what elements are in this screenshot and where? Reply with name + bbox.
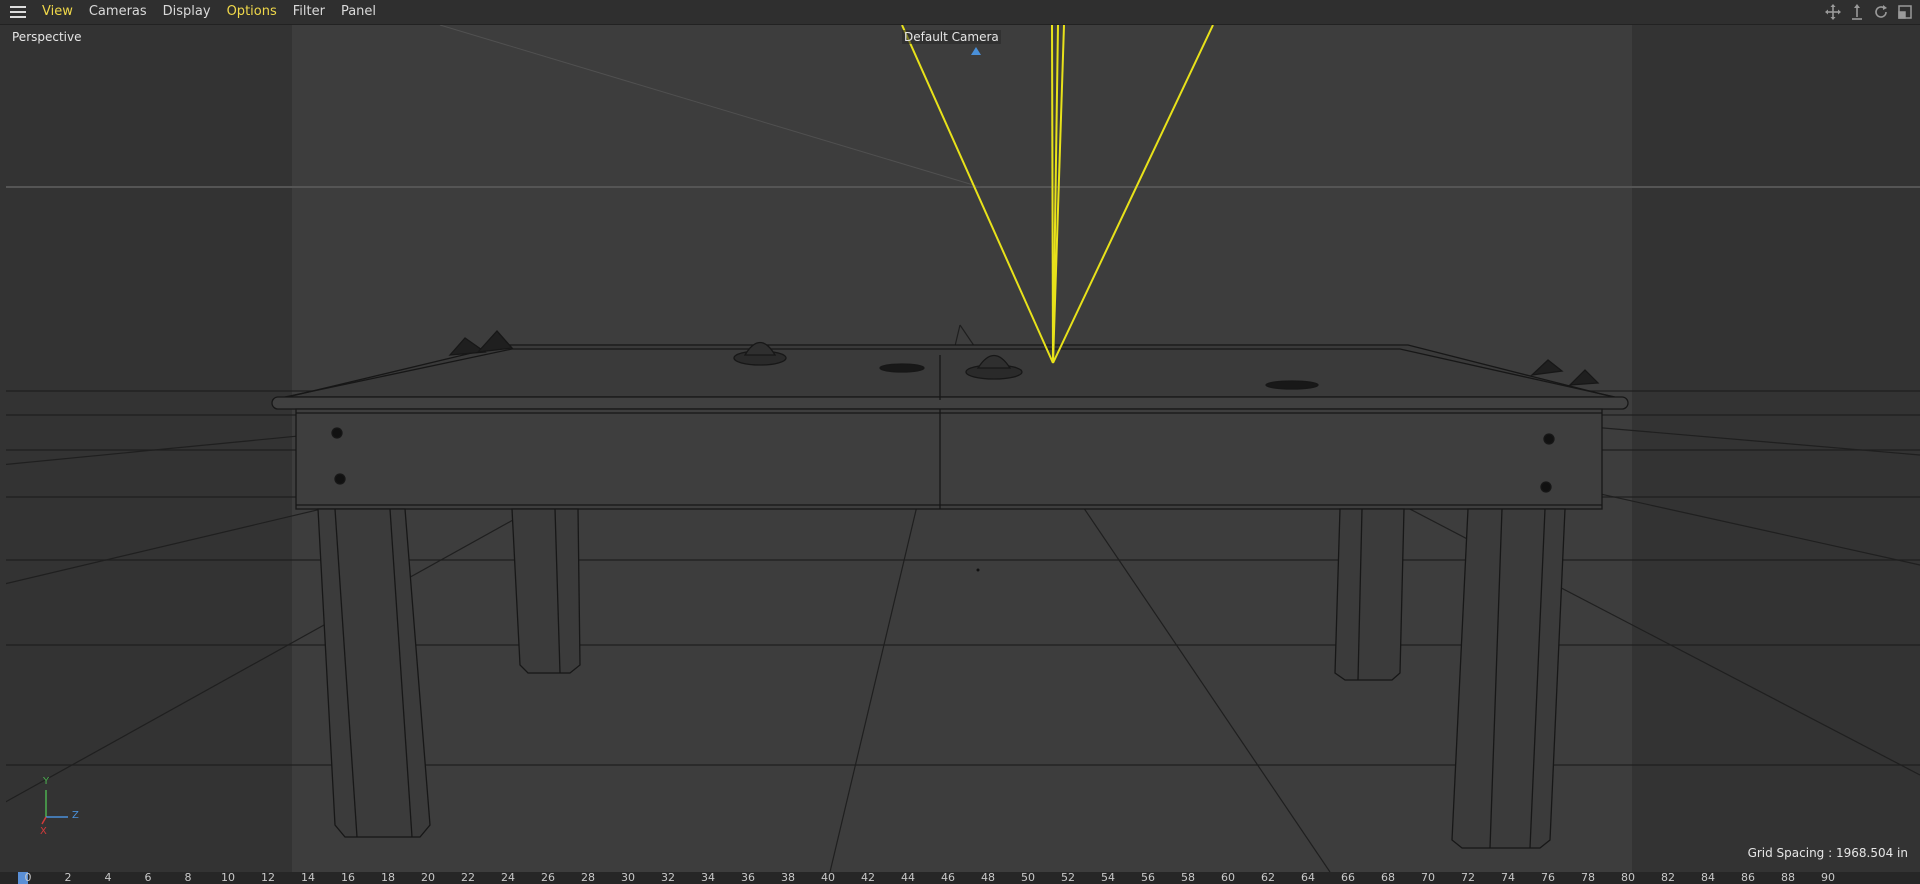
timeline-tick-label: 58 <box>1181 872 1195 884</box>
timeline-tick-label: 66 <box>1341 872 1355 884</box>
timeline-tick-label: 44 <box>901 872 915 884</box>
timeline-tick-label: 70 <box>1421 872 1435 884</box>
timeline-tick-label: 42 <box>861 872 875 884</box>
timeline-tick-label: 6 <box>144 872 152 884</box>
axis-gizmo: Y Z X <box>36 776 86 842</box>
camera-label[interactable]: Default Camera <box>902 30 1001 44</box>
dolly-view-icon[interactable] <box>1848 3 1866 21</box>
timeline-tick-label: 12 <box>261 872 275 884</box>
timeline-tick-label: 76 <box>1541 872 1555 884</box>
timeline-tick-label: 80 <box>1621 872 1635 884</box>
timeline-tick-label: 0 <box>24 872 32 884</box>
grid-spacing-readout: Grid Spacing : 1968.504 in <box>1747 846 1908 860</box>
axis-z-label: Z <box>72 810 79 821</box>
timeline-tick-label: 16 <box>341 872 355 884</box>
timeline-tick-label: 18 <box>381 872 395 884</box>
timeline-tick-label: 90 <box>1821 872 1835 884</box>
view-navigation-icons <box>1824 0 1914 24</box>
timeline-tick-label: 26 <box>541 872 555 884</box>
menu-filter[interactable]: Filter <box>287 0 335 24</box>
timeline-tick-label: 68 <box>1381 872 1395 884</box>
perspective-viewport[interactable]: Perspective Default Camera Y Z X Grid Sp… <box>0 25 1920 872</box>
viewport-scene[interactable] <box>0 25 1920 872</box>
hamburger-menu-icon[interactable] <box>0 0 36 24</box>
timeline-tick-label: 84 <box>1701 872 1715 884</box>
timeline-tick-label: 88 <box>1781 872 1795 884</box>
axis-x-label: X <box>40 826 47 837</box>
timeline-tick-label: 60 <box>1221 872 1235 884</box>
menu-panel[interactable]: Panel <box>335 0 386 24</box>
timeline-tick-label: 78 <box>1581 872 1595 884</box>
axis-y-label: Y <box>43 776 50 787</box>
timeline-tick-label: 48 <box>981 872 995 884</box>
viewport-menu-bar: View Cameras Display Options Filter Pane… <box>0 0 1920 25</box>
timeline-tick-label: 28 <box>581 872 595 884</box>
rotate-view-icon[interactable] <box>1872 3 1890 21</box>
timeline-tick-label: 52 <box>1061 872 1075 884</box>
timeline-tick-label: 8 <box>184 872 192 884</box>
timeline-tick-label: 56 <box>1141 872 1155 884</box>
timeline-tick-label: 38 <box>781 872 795 884</box>
timeline-tick-label: 22 <box>461 872 475 884</box>
timeline-tick-label: 82 <box>1661 872 1675 884</box>
menu-view[interactable]: View <box>36 0 83 24</box>
timeline-tick-label: 54 <box>1101 872 1115 884</box>
menu-cameras[interactable]: Cameras <box>83 0 157 24</box>
timeline-tick-label: 74 <box>1501 872 1515 884</box>
move-view-icon[interactable] <box>1824 3 1842 21</box>
timeline-tick-label: 34 <box>701 872 715 884</box>
menu-display[interactable]: Display <box>157 0 221 24</box>
maximize-view-icon[interactable] <box>1896 3 1914 21</box>
timeline-tick-label: 10 <box>221 872 235 884</box>
timeline-tick-label: 32 <box>661 872 675 884</box>
viewport-border <box>0 25 6 872</box>
timeline-tick-label: 86 <box>1741 872 1755 884</box>
menu-options[interactable]: Options <box>221 0 287 24</box>
timeline-tick-label: 64 <box>1301 872 1315 884</box>
timeline-ruler[interactable]: 0 2 4 6 8 10 12 14 16 18 20 22 24 26 28 30 32 34 36 38 40 42 4… <box>0 872 1920 884</box>
timeline-tick-label: 36 <box>741 872 755 884</box>
timeline-tick-label: 62 <box>1261 872 1275 884</box>
timeline-tick-label: 14 <box>301 872 315 884</box>
timeline-tick-label: 4 <box>104 872 112 884</box>
axis-x-line <box>41 816 47 825</box>
timeline-tick-label: 72 <box>1461 872 1475 884</box>
timeline-tick-label: 2 <box>64 872 72 884</box>
timeline-ticks: 0 2 4 6 8 10 12 14 16 18 20 22 24 26 28 30 32 34 36 38 40 42 4… <box>0 872 1920 884</box>
timeline-tick-label: 20 <box>421 872 435 884</box>
timeline-tick-label: 40 <box>821 872 835 884</box>
viewport-label[interactable]: Perspective <box>12 30 82 44</box>
timeline-tick-label: 50 <box>1021 872 1035 884</box>
timeline-tick-label: 46 <box>941 872 955 884</box>
timeline-tick-label: 30 <box>621 872 635 884</box>
timeline-tick-label: 24 <box>501 872 515 884</box>
